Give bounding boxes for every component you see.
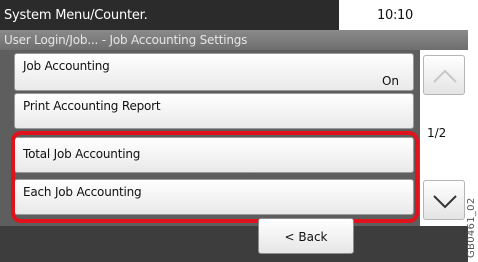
scroll-down-button[interactable] [423, 180, 465, 220]
list-item-value: On [381, 74, 399, 88]
status-divider [339, 0, 343, 30]
back-button[interactable]: < Back [258, 218, 354, 254]
footer-bar [0, 226, 468, 262]
list-item-each-job-accounting[interactable]: Each Job Accounting [14, 179, 414, 215]
list-item-total-job-accounting[interactable]: Total Job Accounting [14, 137, 414, 173]
status-title: System Menu/Counter. [4, 8, 148, 23]
back-button-label: < Back [284, 230, 328, 244]
list-item-job-accounting[interactable]: Job Accounting On [14, 53, 414, 91]
list-item-label: Print Accounting Report [23, 99, 161, 113]
list-item-label: Job Accounting [23, 59, 110, 73]
chevron-down-icon [433, 195, 457, 209]
list-item-label: Total Job Accounting [23, 147, 141, 161]
status-time: 10:10 [377, 8, 413, 23]
device-screen: System Menu/Counter. 10:10 User Login/Jo… [0, 0, 468, 262]
list-item-label: Each Job Accounting [23, 185, 142, 199]
scroll-up-button[interactable] [423, 55, 465, 95]
page-indicator: 1/2 [427, 126, 447, 140]
figure-code: GB0461_02 [466, 197, 477, 258]
chevron-up-icon [433, 69, 457, 83]
list-item-print-accounting-report[interactable]: Print Accounting Report [14, 93, 414, 129]
breadcrumb: User Login/Job... - Job Accounting Setti… [4, 33, 248, 47]
